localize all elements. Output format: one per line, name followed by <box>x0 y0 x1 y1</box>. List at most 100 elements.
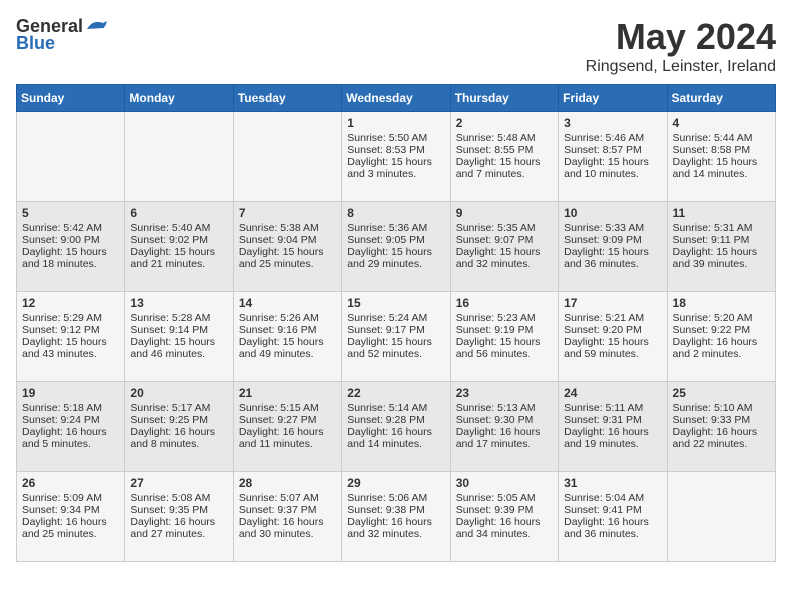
cell-content-line: Daylight: 16 hours <box>130 516 227 528</box>
weekday-header-friday: Friday <box>559 85 667 112</box>
header: General Blue May 2024 Ringsend, Leinster… <box>16 16 776 76</box>
calendar-week-row: 26Sunrise: 5:09 AMSunset: 9:34 PMDayligh… <box>17 472 776 562</box>
cell-content-line: Sunset: 9:16 PM <box>239 324 336 336</box>
day-number: 23 <box>456 386 553 400</box>
day-number: 17 <box>564 296 661 310</box>
cell-content-line: Daylight: 15 hours <box>564 246 661 258</box>
cell-content-line: Sunrise: 5:08 AM <box>130 492 227 504</box>
cell-content-line: Sunrise: 5:24 AM <box>347 312 444 324</box>
cell-content-line: and 25 minutes. <box>22 528 119 540</box>
calendar-cell: 8Sunrise: 5:36 AMSunset: 9:05 PMDaylight… <box>342 202 450 292</box>
cell-content-line: Sunset: 8:58 PM <box>673 144 770 156</box>
day-number: 18 <box>673 296 770 310</box>
cell-content-line: Daylight: 15 hours <box>22 246 119 258</box>
cell-content-line: Sunset: 9:09 PM <box>564 234 661 246</box>
cell-content-line: Sunset: 9:41 PM <box>564 504 661 516</box>
cell-content-line: and 2 minutes. <box>673 348 770 360</box>
cell-content-line: Daylight: 16 hours <box>22 516 119 528</box>
cell-content-line: Daylight: 15 hours <box>456 336 553 348</box>
cell-content-line: Daylight: 15 hours <box>130 246 227 258</box>
cell-content-line: Sunset: 9:27 PM <box>239 414 336 426</box>
cell-content-line: Sunset: 9:05 PM <box>347 234 444 246</box>
weekday-header-saturday: Saturday <box>667 85 775 112</box>
logo-icon <box>85 15 107 37</box>
cell-content-line: and 22 minutes. <box>673 438 770 450</box>
cell-content-line: Sunrise: 5:10 AM <box>673 402 770 414</box>
cell-content-line: Sunset: 9:19 PM <box>456 324 553 336</box>
calendar-cell: 22Sunrise: 5:14 AMSunset: 9:28 PMDayligh… <box>342 382 450 472</box>
cell-content-line: and 5 minutes. <box>22 438 119 450</box>
day-number: 28 <box>239 476 336 490</box>
cell-content-line: and 7 minutes. <box>456 168 553 180</box>
cell-content-line: and 30 minutes. <box>239 528 336 540</box>
cell-content-line: Sunset: 9:12 PM <box>22 324 119 336</box>
cell-content-line: Daylight: 16 hours <box>673 426 770 438</box>
calendar-cell: 30Sunrise: 5:05 AMSunset: 9:39 PMDayligh… <box>450 472 558 562</box>
logo-blue-text: Blue <box>16 33 55 54</box>
cell-content-line: Sunset: 8:55 PM <box>456 144 553 156</box>
cell-content-line: and 43 minutes. <box>22 348 119 360</box>
day-number: 7 <box>239 206 336 220</box>
calendar-table: SundayMondayTuesdayWednesdayThursdayFrid… <box>16 84 776 562</box>
day-number: 8 <box>347 206 444 220</box>
cell-content-line: Sunrise: 5:50 AM <box>347 132 444 144</box>
cell-content-line: Sunrise: 5:15 AM <box>239 402 336 414</box>
cell-content-line: Sunset: 9:00 PM <box>22 234 119 246</box>
cell-content-line: Sunset: 9:30 PM <box>456 414 553 426</box>
cell-content-line: Sunrise: 5:42 AM <box>22 222 119 234</box>
weekday-header-row: SundayMondayTuesdayWednesdayThursdayFrid… <box>17 85 776 112</box>
day-number: 16 <box>456 296 553 310</box>
cell-content-line: Sunrise: 5:17 AM <box>130 402 227 414</box>
cell-content-line: Daylight: 15 hours <box>347 336 444 348</box>
cell-content-line: Daylight: 16 hours <box>347 516 444 528</box>
weekday-header-tuesday: Tuesday <box>233 85 341 112</box>
calendar-cell: 23 Sunrise: 5:13 AMSunset: 9:30 PMDayligh… <box>450 382 558 472</box>
cell-content-line: Daylight: 16 hours <box>239 426 336 438</box>
month-title: May 2024 <box>586 16 776 58</box>
calendar-cell: 6Sunrise: 5:40 AMSunset: 9:02 PMDaylight… <box>125 202 233 292</box>
logo: General Blue <box>16 16 107 54</box>
cell-content-line: Daylight: 15 hours <box>456 156 553 168</box>
cell-content-line: Sunrise: 5:13 AM <box>456 402 553 414</box>
cell-content-line: Sunrise: 5:40 AM <box>130 222 227 234</box>
calendar-cell: 3Sunrise: 5:46 AMSunset: 8:57 PMDaylight… <box>559 112 667 202</box>
cell-content-line: Sunrise: 5:28 AM <box>130 312 227 324</box>
calendar-cell: 2Sunrise: 5:48 AMSunset: 8:55 PMDaylight… <box>450 112 558 202</box>
cell-content-line: Sunrise: 5:23 AM <box>456 312 553 324</box>
cell-content-line: and 10 minutes. <box>564 168 661 180</box>
calendar-cell: 27Sunrise: 5:08 AMSunset: 9:35 PMDayligh… <box>125 472 233 562</box>
cell-content-line: Daylight: 16 hours <box>456 426 553 438</box>
cell-content-line: and 36 minutes. <box>564 258 661 270</box>
cell-content-line: and 59 minutes. <box>564 348 661 360</box>
cell-content-line: and 46 minutes. <box>130 348 227 360</box>
calendar-cell: 7Sunrise: 5:38 AMSunset: 9:04 PMDaylight… <box>233 202 341 292</box>
cell-content-line: and 18 minutes. <box>22 258 119 270</box>
cell-content-line: Sunset: 9:38 PM <box>347 504 444 516</box>
cell-content-line: and 19 minutes. <box>564 438 661 450</box>
calendar-cell: 14Sunrise: 5:26 AMSunset: 9:16 PMDayligh… <box>233 292 341 382</box>
calendar-cell: 28Sunrise: 5:07 AMSunset: 9:37 PMDayligh… <box>233 472 341 562</box>
calendar-week-row: 12Sunrise: 5:29 AMSunset: 9:12 PMDayligh… <box>17 292 776 382</box>
cell-content-line: and 14 minutes. <box>347 438 444 450</box>
day-number: 21 <box>239 386 336 400</box>
day-number: 20 <box>130 386 227 400</box>
cell-content-line: Daylight: 15 hours <box>22 336 119 348</box>
cell-content-line: Sunset: 9:28 PM <box>347 414 444 426</box>
calendar-cell <box>233 112 341 202</box>
cell-content-line: Sunrise: 5:38 AM <box>239 222 336 234</box>
calendar-cell: 17Sunrise: 5:21 AMSunset: 9:20 PMDayligh… <box>559 292 667 382</box>
cell-content-line: Sunset: 9:34 PM <box>22 504 119 516</box>
calendar-cell: 31Sunrise: 5:04 AMSunset: 9:41 PMDayligh… <box>559 472 667 562</box>
cell-content-line: Sunrise: 5:07 AM <box>239 492 336 504</box>
cell-content-line: and 32 minutes. <box>456 258 553 270</box>
cell-content-line: Sunset: 9:35 PM <box>130 504 227 516</box>
cell-content-line: Sunrise: 5:14 AM <box>347 402 444 414</box>
calendar-cell: 18Sunrise: 5:20 AMSunset: 9:22 PMDayligh… <box>667 292 775 382</box>
cell-content-line: Daylight: 15 hours <box>673 246 770 258</box>
cell-content-line: Sunrise: 5:11 AM <box>564 402 661 414</box>
cell-content-line: Sunrise: 5:36 AM <box>347 222 444 234</box>
calendar-cell: 29Sunrise: 5:06 AMSunset: 9:38 PMDayligh… <box>342 472 450 562</box>
cell-content-line: and 36 minutes. <box>564 528 661 540</box>
cell-content-line: Sunset: 9:02 PM <box>130 234 227 246</box>
cell-content-line: Daylight: 15 hours <box>130 336 227 348</box>
